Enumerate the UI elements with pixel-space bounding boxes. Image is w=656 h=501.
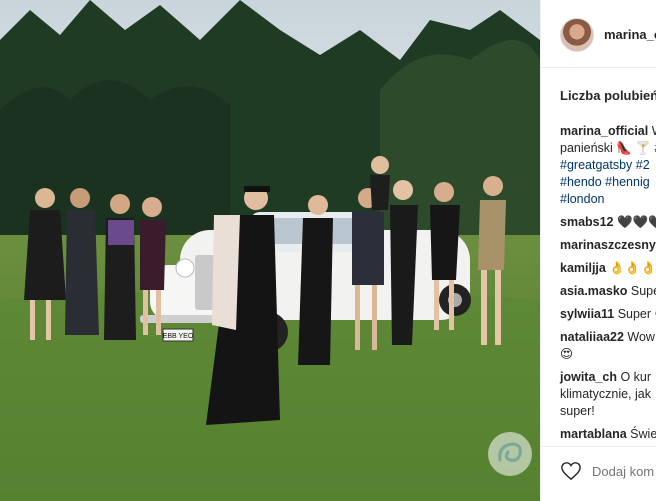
comments-list: marina_official W panieński 👠 🍸 # #great… xyxy=(560,123,656,443)
comment-text-line: klimatycznie, jak xyxy=(560,387,651,401)
comment-text: W xyxy=(648,124,656,138)
comment-username[interactable]: kamiljja xyxy=(560,261,606,275)
comment-text: O kur xyxy=(616,370,652,384)
comment-username[interactable]: asia.masko xyxy=(560,284,627,298)
comment-item: kamiljja 👌👌👌 xyxy=(560,260,656,277)
heart-icon[interactable] xyxy=(560,461,582,481)
comment-bar xyxy=(541,446,656,501)
post-header: marina_o xyxy=(541,0,656,68)
hashtag-line[interactable]: #greatgatsby #2 xyxy=(560,157,656,174)
post-photo[interactable]: EBB YEO xyxy=(0,0,540,501)
comment-item: sylwiia11 Super 😊 xyxy=(560,306,656,323)
comment-username[interactable]: nataliiaa22 xyxy=(560,330,624,344)
comment-username[interactable]: marinaszczesny xyxy=(560,238,656,252)
comment-text-line: 😍 xyxy=(560,347,574,361)
comment-item: marinaszczesny xyxy=(560,237,656,254)
comment-item: asia.masko Supe xyxy=(560,283,656,300)
party-photo-illustration: EBB YEO xyxy=(0,0,540,501)
comment-text: Wow xyxy=(623,330,655,344)
likes-count-label[interactable]: Liczba polubień xyxy=(560,88,656,103)
comment-username[interactable]: jowita_ch xyxy=(560,370,617,384)
avatar[interactable] xyxy=(560,18,594,52)
comment-item: smabs12 🖤🖤🖤 xyxy=(560,214,656,231)
comment-item: jowita_ch O kur klimatycznie, jak super! xyxy=(560,369,656,420)
comment-text: Super 😊 xyxy=(617,307,656,321)
license-plate: EBB YEO xyxy=(163,333,194,340)
comment-text: 🖤🖤🖤 xyxy=(616,215,656,229)
add-comment-input[interactable] xyxy=(592,464,656,479)
comment-username[interactable]: marina_official xyxy=(560,124,648,138)
hashtag-line[interactable]: #hendo #hennig xyxy=(560,174,656,191)
comment-text: 👌👌👌 xyxy=(605,261,656,275)
comment-text-line: panieński 👠 🍸 # xyxy=(560,141,656,155)
comment-text-line: super! xyxy=(560,404,595,418)
comment-item: marina_official W panieński 👠 🍸 # #great… xyxy=(560,123,656,208)
site-logo-watermark-icon xyxy=(488,432,532,476)
comment-item: martablana Świe xyxy=(560,426,656,443)
post-sidebar: marina_o Liczba polubień marina_official… xyxy=(540,0,656,501)
hashtag-line[interactable]: #london xyxy=(560,191,656,208)
comment-username[interactable]: smabs12 xyxy=(560,215,614,229)
post-author-username[interactable]: marina_o xyxy=(604,27,656,42)
comment-username[interactable]: sylwiia11 xyxy=(560,307,614,321)
comment-text: Supe xyxy=(630,284,656,298)
comment-item: nataliiaa22 Wow 😍 xyxy=(560,329,656,363)
comment-username[interactable]: martablana xyxy=(560,427,627,441)
comment-text: Świe xyxy=(626,427,656,441)
